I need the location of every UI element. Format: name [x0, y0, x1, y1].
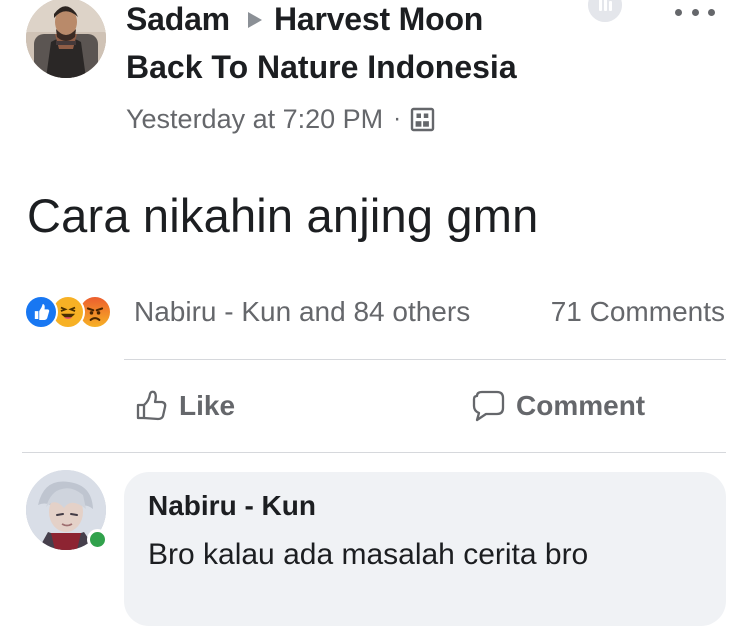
comment-button[interactable]: Comment [469, 386, 645, 426]
triangle-right-icon [247, 12, 262, 28]
comment-author-name[interactable]: Nabiru - Kun [148, 488, 702, 524]
post-header: Sadam Harvest Moon Back To Nature Indone… [0, 0, 750, 140]
person-photo-avatar-icon [26, 0, 106, 78]
meta-separator: · [393, 105, 402, 132]
reactions-divider [124, 359, 726, 360]
post-meta: Yesterday at 7:20 PM · [126, 99, 596, 139]
members-only-icon [410, 107, 435, 132]
author-avatar[interactable] [26, 0, 106, 78]
group-name-second-line[interactable]: Back To Nature Indonesia [126, 43, 596, 91]
speech-bubble-icon [469, 387, 507, 425]
reaction-summary[interactable]: Nabiru - Kun and 84 others [134, 296, 470, 328]
comment-item: Nabiru - Kun Bro kalau ada masalah cerit… [0, 468, 750, 632]
reaction-icons[interactable] [24, 295, 132, 333]
like-button[interactable]: Like [132, 386, 235, 426]
post-author-name[interactable]: Sadam [126, 1, 230, 38]
post-header-text: Sadam Harvest Moon Back To Nature Indone… [126, 0, 596, 139]
post-body-text: Cara nikahin anjing gmn [27, 189, 539, 242]
more-options-icon[interactable] [675, 2, 715, 22]
actions-divider [22, 452, 726, 453]
more-options-dot [708, 8, 715, 16]
more-options-dot [675, 8, 682, 16]
online-status-dot [87, 529, 108, 550]
post-title-line: Sadam Harvest Moon [126, 0, 596, 46]
like-button-label: Like [179, 390, 236, 421]
post-action-bar: Like Comment [0, 361, 750, 451]
reactions-row: Nabiru - Kun and 84 others 71 Comments [0, 294, 750, 338]
comment-bubble: Nabiru - Kun Bro kalau ada masalah cerit… [124, 472, 726, 626]
like-reaction-icon [24, 295, 58, 329]
thumbs-up-icon [132, 387, 170, 425]
facebook-post-screenshot: Sadam Harvest Moon Back To Nature Indone… [0, 0, 750, 632]
comment-count[interactable]: 71 Comments [551, 296, 725, 328]
more-options-dot [691, 8, 699, 16]
comment-text: Bro kalau ada masalah cerita bro [148, 538, 589, 571]
group-name-first-line[interactable]: Harvest Moon [274, 1, 483, 38]
post-timestamp[interactable]: Yesterday at 7:20 PM [126, 104, 383, 135]
comment-button-label: Comment [516, 390, 646, 421]
